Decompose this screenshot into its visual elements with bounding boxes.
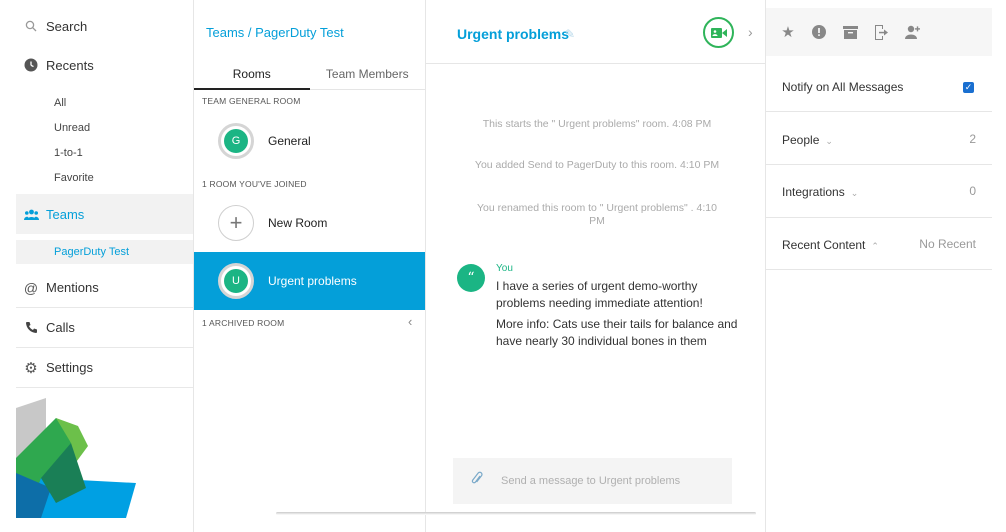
message-sender: You <box>496 263 513 274</box>
integrations-label: Integrations <box>782 185 845 199</box>
message-text: More info: Cats use their tails for bala… <box>496 317 738 348</box>
section-team-general-room: TEAM GENERAL ROOM <box>202 96 301 106</box>
window-edge-shadow <box>276 512 756 515</box>
room-avatar-initial: G <box>224 129 248 153</box>
section-archived-rooms[interactable]: 1 ARCHIVED ROOM <box>202 318 284 328</box>
system-message: You added Send to PagerDuty to this room… <box>474 159 720 171</box>
edit-pencil-icon[interactable]: ✎ <box>565 27 575 41</box>
nav-search-label: Search <box>46 18 88 34</box>
search-icon <box>16 20 46 32</box>
nav-teams-label: Teams <box>46 206 85 222</box>
rooms-panel: Teams / PagerDuty Test Rooms Team Member… <box>194 0 426 532</box>
plus-icon: + <box>218 205 254 241</box>
filter-unread[interactable]: Unread <box>54 122 90 134</box>
avatar: G <box>218 123 254 159</box>
recent-content-label: Recent Content <box>782 238 866 252</box>
add-person-icon[interactable] <box>902 22 922 42</box>
room-avatar-initial: U <box>224 269 248 293</box>
filter-all[interactable]: All <box>54 97 66 109</box>
nav-mentions[interactable]: @ Mentions <box>16 268 193 308</box>
message-text: I have a series of urgent demo-worthy pr… <box>496 279 703 310</box>
left-navigation: Search Recents All Unread 1-to-1 Favorit… <box>0 0 194 532</box>
chevron-left-icon[interactable]: ‹ <box>408 314 412 329</box>
brand-logo <box>16 398 146 521</box>
people-row[interactable]: People ⌄ 2 <box>766 112 992 165</box>
room-name: General <box>268 134 311 148</box>
system-message: You renamed this room to " Urgent proble… <box>477 202 717 227</box>
new-room-label: New Room <box>268 216 328 230</box>
clock-icon <box>16 58 46 72</box>
alert-icon[interactable] <box>809 22 829 42</box>
message-input[interactable] <box>501 475 721 487</box>
people-count: 2 <box>969 132 976 146</box>
room-item-urgent-problems[interactable]: U Urgent problems <box>194 252 425 310</box>
notify-setting-row[interactable]: Notify on All Messages ✓ <box>766 62 992 112</box>
recent-content-value: No Recent <box>919 237 976 251</box>
people-label: People <box>782 133 820 147</box>
integrations-row[interactable]: Integrations ⌄ 0 <box>766 165 992 218</box>
tab-team-members[interactable]: Team Members <box>310 62 426 89</box>
chevron-up-icon: ⌃ <box>871 241 879 251</box>
integrations-count: 0 <box>969 184 976 198</box>
room-details-panel: ★ Notify on All Messages ✓ People ⌄ 2 Int… <box>766 0 1006 532</box>
notify-label: Notify on All Messages <box>782 80 904 94</box>
room-title[interactable]: Urgent problems <box>457 26 569 42</box>
gear-icon: ⚙ <box>24 359 38 377</box>
at-icon: @ <box>23 279 39 296</box>
archive-icon[interactable] <box>840 22 860 42</box>
notify-checkbox[interactable]: ✓ <box>963 82 974 93</box>
chevron-down-icon: ⌄ <box>825 136 833 146</box>
tab-rooms[interactable]: Rooms <box>194 62 310 90</box>
nav-recents-label: Recents <box>46 57 94 73</box>
nav-calls[interactable]: Calls <box>16 308 193 348</box>
system-message: This starts the " Urgent problems" room.… <box>482 118 712 130</box>
paperclip-icon[interactable] <box>453 471 501 492</box>
chevron-down-icon: ⌄ <box>850 188 859 198</box>
room-name: Urgent problems <box>268 274 357 288</box>
breadcrumb[interactable]: Teams / PagerDuty Test <box>194 0 425 62</box>
team-item-pagerduty-test[interactable]: PagerDuty Test <box>16 240 193 264</box>
avatar: U <box>218 263 254 299</box>
section-joined-rooms: 1 ROOM YOU'VE JOINED <box>202 179 307 189</box>
video-call-button[interactable] <box>703 17 734 48</box>
video-camera-icon <box>710 27 727 38</box>
message-composer <box>453 458 732 504</box>
conversation-panel: Urgent problems ✎ › This starts the " Ur… <box>276 0 766 532</box>
teams-icon <box>16 209 46 220</box>
room-actions-bar: ★ <box>766 8 992 56</box>
nav-teams[interactable]: Teams <box>16 194 193 234</box>
filter-favorite[interactable]: Favorite <box>54 172 94 184</box>
nav-search[interactable]: Search <box>16 6 193 46</box>
quote-avatar-icon: “ <box>457 264 485 292</box>
filter-one-to-one[interactable]: 1-to-1 <box>54 147 83 159</box>
nav-settings[interactable]: ⚙ Settings <box>16 348 193 388</box>
conversation-header: Urgent problems ✎ › <box>426 0 765 64</box>
chevron-right-icon[interactable]: › <box>748 24 753 40</box>
room-item-general[interactable]: G General <box>194 113 425 169</box>
nav-settings-label: Settings <box>46 360 93 375</box>
phone-icon <box>16 321 46 334</box>
nav-calls-label: Calls <box>46 320 75 335</box>
star-icon[interactable]: ★ <box>778 22 798 42</box>
recent-content-row[interactable]: Recent Content ⌃ No Recent <box>766 218 992 270</box>
leave-room-icon[interactable] <box>871 22 891 42</box>
new-room-button[interactable]: + New Room <box>194 195 425 251</box>
nav-recents[interactable]: Recents <box>16 45 193 85</box>
nav-mentions-label: Mentions <box>46 280 99 295</box>
rooms-tabs: Rooms Team Members <box>194 62 425 90</box>
